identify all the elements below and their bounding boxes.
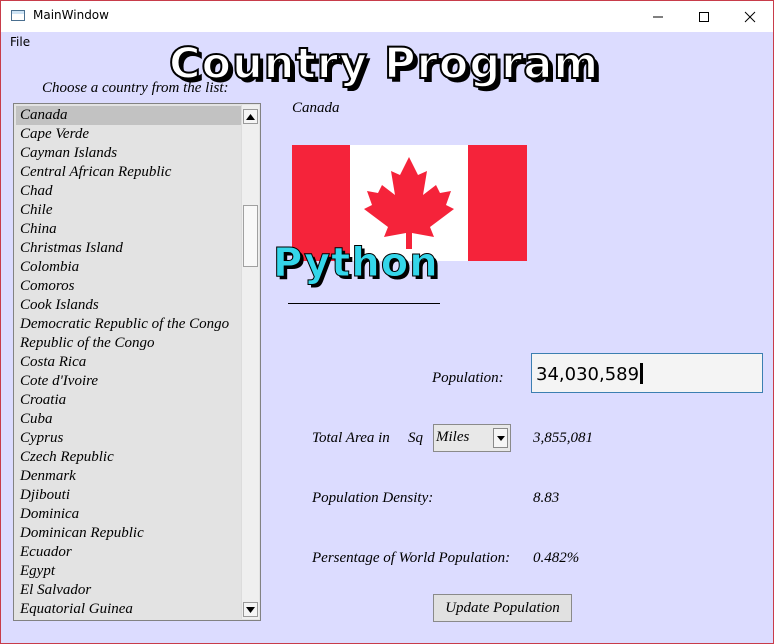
population-value: 34,030,589 (536, 364, 640, 385)
text-caret (640, 363, 644, 384)
close-button[interactable] (727, 1, 773, 32)
python-logo-text: Python (273, 240, 439, 287)
country-list-item[interactable]: Equatorial Guinea (16, 600, 242, 619)
country-list-item[interactable]: Republic of the Congo (16, 334, 242, 353)
country-list-item[interactable]: Ecuador (16, 543, 242, 562)
world-population-value: 0.482% (533, 550, 580, 566)
country-list-item[interactable]: Christmas Island (16, 239, 242, 258)
population-density-value: 8.83 (533, 490, 560, 506)
country-list: Canada Cape Verde Cayman Islands Central Af… (16, 106, 242, 619)
scroll-up-button[interactable] (243, 109, 258, 124)
country-list-item[interactable]: Cuba (16, 410, 242, 429)
divider-line (288, 303, 440, 304)
app-icon (11, 10, 25, 21)
flag-right-band (468, 145, 527, 261)
country-list-item[interactable]: Chad (16, 182, 242, 201)
country-list-item[interactable]: Croatia (16, 391, 242, 410)
banner-title: Country Program (168, 38, 600, 90)
country-list-item[interactable]: Denmark (16, 467, 242, 486)
country-list-item[interactable]: China (16, 220, 242, 239)
country-list-item[interactable]: Cote d'Ivoire (16, 372, 242, 391)
country-list-item[interactable]: Democratic Republic of the Congo (16, 315, 242, 334)
country-list-item[interactable]: Cyprus (16, 429, 242, 448)
country-list-item[interactable]: Djibouti (16, 486, 242, 505)
selected-country-name: Canada (292, 100, 340, 116)
arrow-up-icon (246, 113, 255, 120)
total-area-label: Total Area in (312, 430, 390, 446)
country-list-item[interactable]: Costa Rica (16, 353, 242, 372)
chevron-down-icon (496, 435, 505, 441)
population-input[interactable]: 34,030,589 (531, 353, 763, 393)
sq-label: Sq (408, 430, 423, 446)
list-scrollbar[interactable] (241, 105, 259, 619)
area-unit-value: Miles (436, 429, 470, 445)
country-list-item[interactable]: Egypt (16, 562, 242, 581)
country-list-item[interactable]: Canada (16, 106, 242, 125)
maximize-button[interactable] (681, 1, 727, 32)
maximize-icon (699, 11, 709, 22)
minimize-button[interactable] (635, 1, 681, 32)
total-area-value: 3,855,081 (533, 430, 593, 446)
country-list-item[interactable]: Cayman Islands (16, 144, 242, 163)
update-population-button[interactable]: Update Population (433, 594, 572, 622)
country-list-item[interactable]: Central African Republic (16, 163, 242, 182)
main-window: MainWindow File Country Program Choose a… (0, 0, 774, 644)
country-list-item[interactable]: Cape Verde (16, 125, 242, 144)
dropdown-arrow-button[interactable] (493, 428, 508, 448)
world-population-label: Persentage of World Population: (312, 550, 511, 566)
minimize-icon (653, 16, 663, 17)
country-list-prompt: Choose a country from the list: (42, 80, 229, 96)
country-list-item[interactable]: Dominican Republic (16, 524, 242, 543)
population-density-label: Population Density: (312, 490, 434, 506)
country-list-item[interactable]: Czech Republic (16, 448, 242, 467)
country-list-item[interactable]: Comoros (16, 277, 242, 296)
area-unit-select[interactable]: Miles (433, 424, 511, 452)
country-list-item[interactable]: Cook Islands (16, 296, 242, 315)
country-list-item[interactable]: Chile (16, 201, 242, 220)
scroll-down-button[interactable] (243, 602, 258, 617)
country-list-item[interactable]: Colombia (16, 258, 242, 277)
menu-file[interactable]: File (10, 35, 30, 49)
close-icon (744, 11, 756, 22)
scroll-thumb[interactable] (243, 205, 258, 267)
title-bar[interactable]: MainWindow (1, 1, 773, 32)
country-list-item[interactable]: Dominica (16, 505, 242, 524)
country-list-item[interactable]: El Salvador (16, 581, 242, 600)
population-label: Population: (432, 370, 504, 386)
country-listbox[interactable]: Canada Cape Verde Cayman Islands Central Af… (13, 103, 261, 621)
window-title: MainWindow (33, 8, 109, 22)
population-input-text: 34,030,589 (536, 363, 644, 385)
arrow-down-icon (246, 606, 255, 613)
